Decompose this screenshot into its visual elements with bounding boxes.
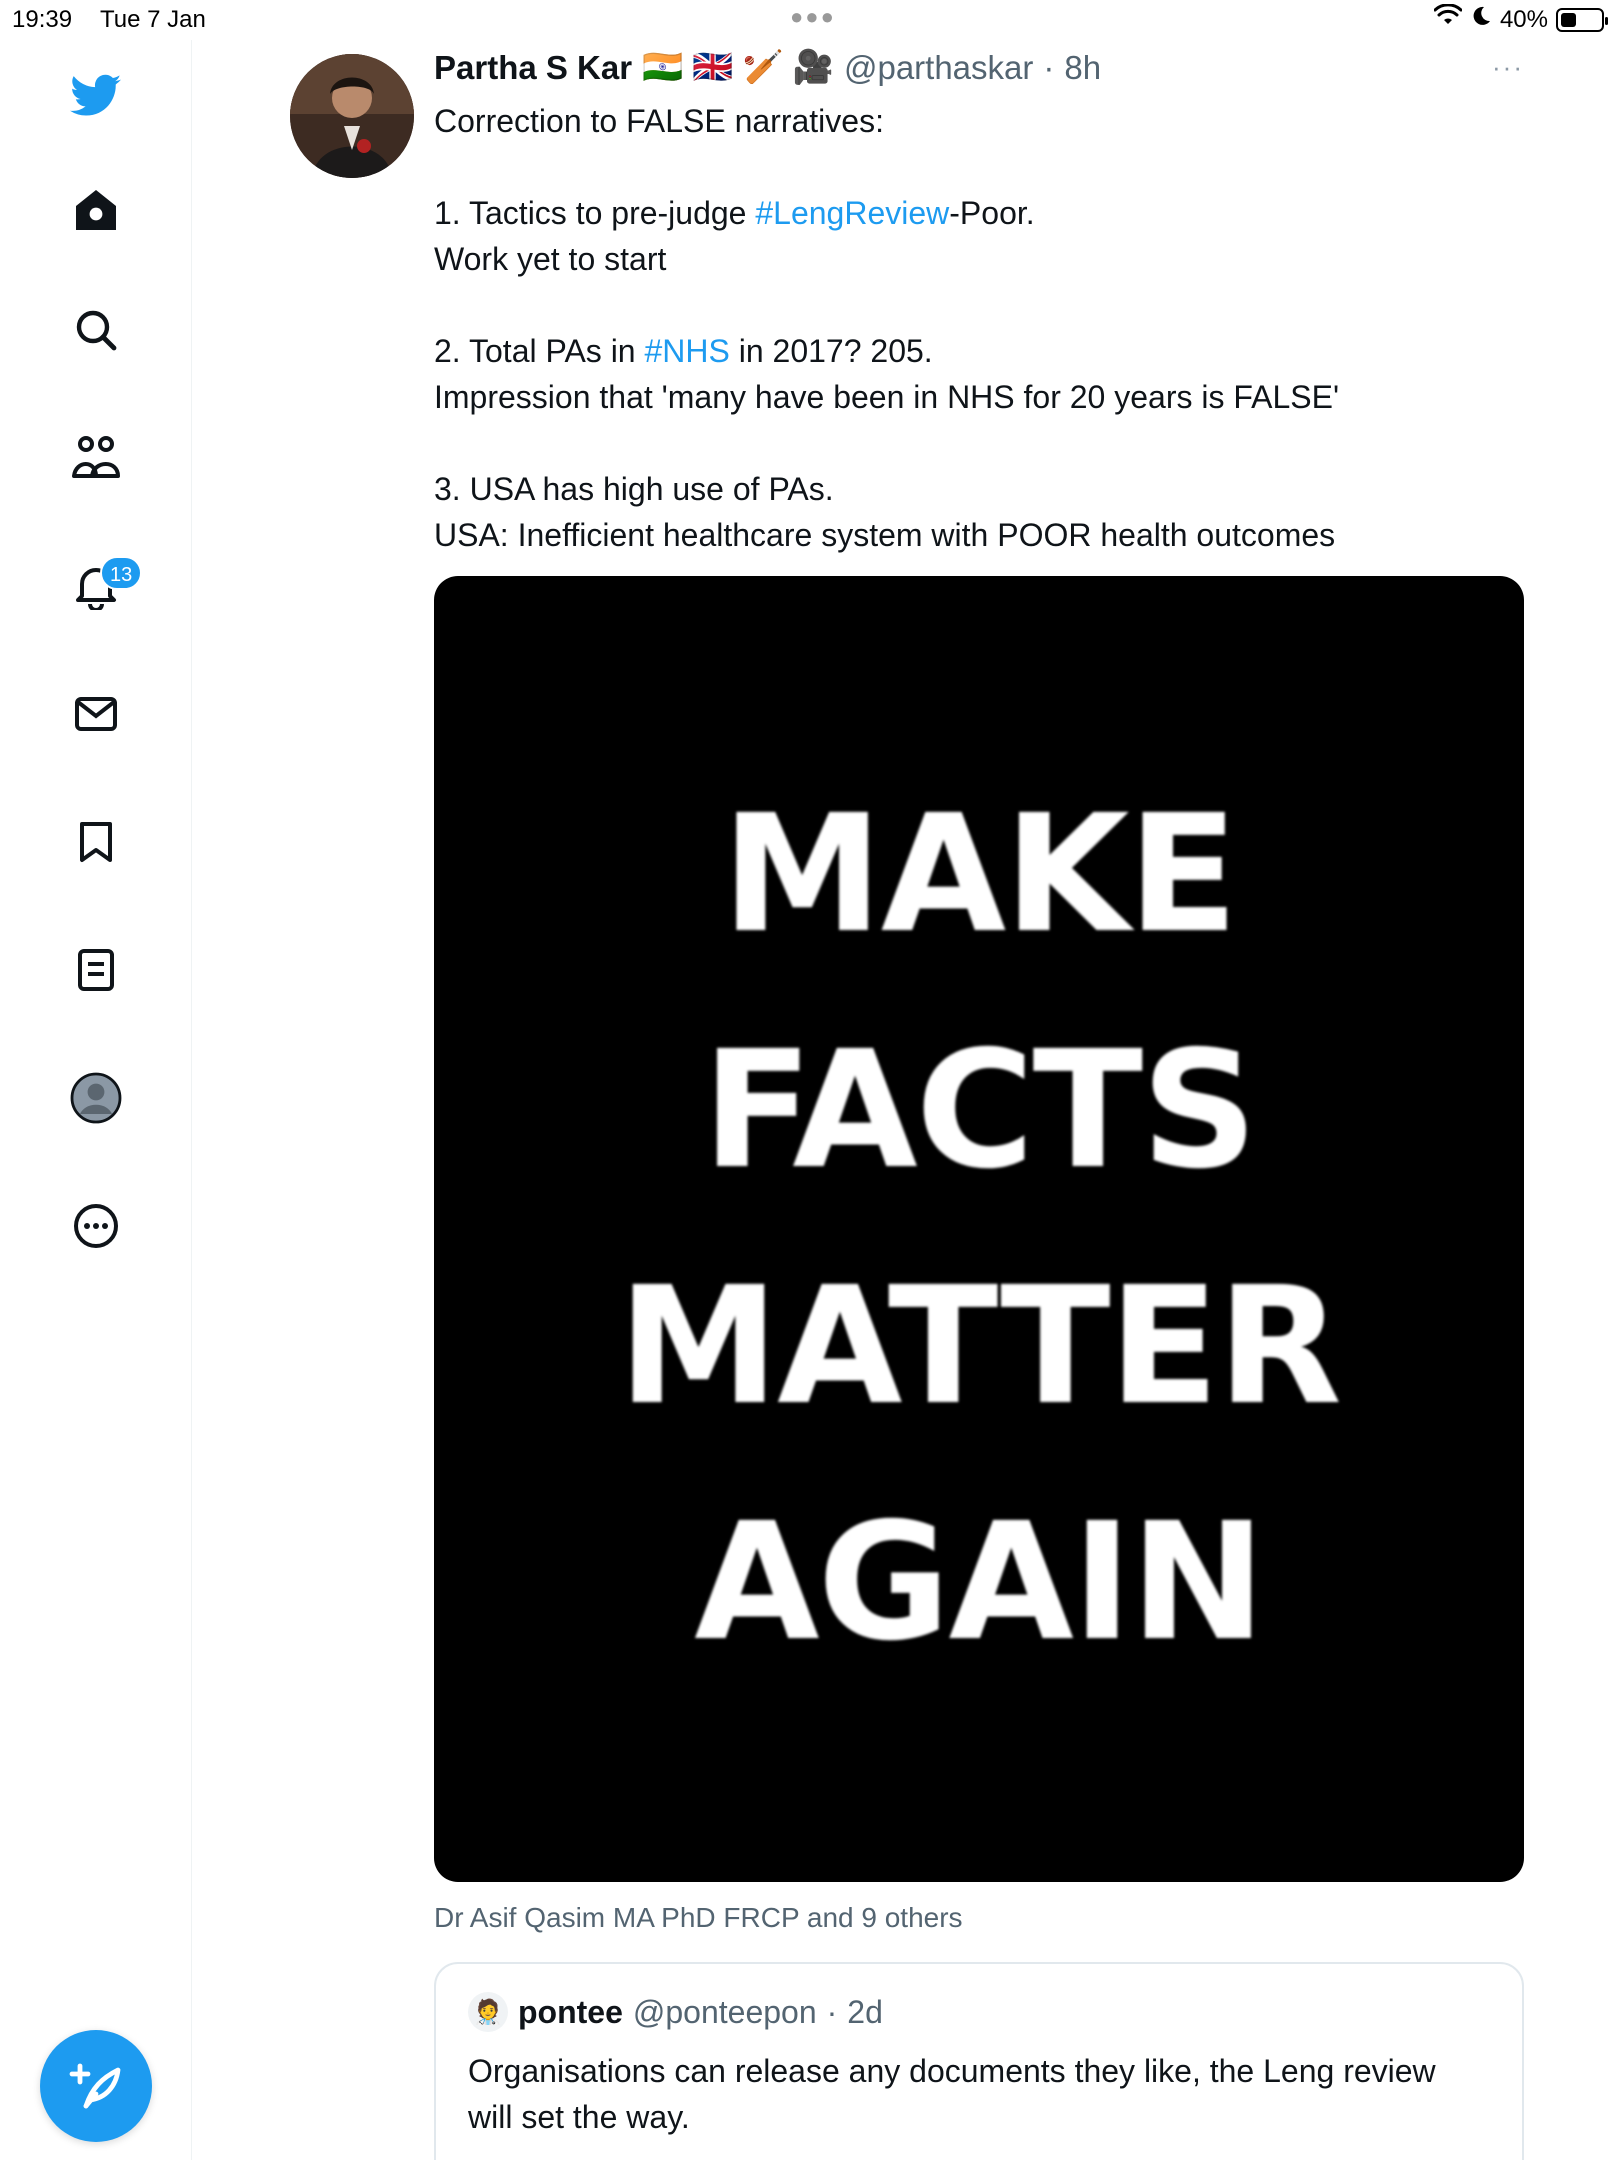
status-time: 19:39 [12,6,73,33]
home-icon[interactable] [64,178,128,242]
hashtag-link[interactable]: #LengReview [755,195,949,231]
tweet-more-button[interactable]: ··· [1492,52,1524,83]
image-text-line: MATTER [617,1253,1342,1441]
author-name[interactable]: Partha S Kar [434,49,632,87]
tweet-text-segment: in 2017? 205. [729,333,933,369]
bird-logo-icon[interactable] [64,64,128,128]
tweet-text-segment: 2. Total PAs in [434,333,645,369]
search-icon[interactable] [64,298,128,362]
meta-separator: · [826,1993,838,2030]
tweet-text-line: Correction to FALSE narratives: [434,98,1534,144]
multitasking-dots-icon[interactable]: ●●● [790,4,836,30]
status-date: Tue 7 Jan [100,6,206,33]
tweet-text: Correction to FALSE narratives: 1. Tactic… [434,98,1534,558]
tweet-text-line: USA: Inefficient healthcare system with … [434,512,1534,558]
more-icon[interactable] [64,1194,128,1258]
tweet-image[interactable]: MAKE FACTS MATTER AGAIN [434,576,1524,1882]
profile-icon[interactable] [64,1066,128,1130]
lists-icon[interactable] [64,938,128,1002]
tweet-text-line: 2. Total PAs in #NHS in 2017? 205. [434,328,1534,374]
status-right: 40% [1433,3,1608,35]
tweet-text-segment: Impression that 'many have been in NHS f… [434,379,1340,415]
sidebar: 13 [0,40,192,2160]
battery-icon [1556,7,1608,32]
quoted-tweet-time[interactable]: 2d [847,1994,883,2031]
tweet-text-segment: Correction to FALSE narratives: [434,103,884,139]
wifi-icon [1433,3,1463,35]
quoted-tweet-text: Organisations can release any documents … [468,2053,1436,2135]
messages-icon[interactable] [64,682,128,746]
tweet-text-line: 3. USA has high use of PAs. [434,466,1534,512]
tweet-text-segment: 3. USA has high use of PAs. [434,471,834,507]
quoted-author-handle[interactable]: @ponteepon [633,1994,817,2031]
quoted-tweet-header: 🧑‍⚕️ pontee @ponteepon · 2d [468,1992,883,2032]
tweet-text-line: Work yet to start [434,236,1534,282]
notifications-badge: 13 [100,556,143,590]
author-avatar[interactable] [290,54,414,178]
author-emojis: 🇮🇳 🇬🇧 🏏 🎥 [642,48,834,85]
tweet-text-line: Impression that 'many have been in NHS f… [434,374,1534,420]
communities-icon[interactable] [64,426,128,490]
tweet-time[interactable]: 8h [1064,49,1101,87]
tweet-text-segment: -Poor. [949,195,1035,231]
tweet-text-line: 1. Tactics to pre-judge #LengReview-Poor… [434,190,1534,236]
liked-by-link[interactable]: Dr Asif Qasim MA PhD FRCP and 9 others [434,1902,963,1934]
tweet-text-segment: Work yet to start [434,241,667,277]
author-handle[interactable]: @parthaskar [844,49,1033,87]
tweet-text-segment: USA: Inefficient healthcare system with … [434,517,1336,553]
meta-separator: · [1043,48,1055,86]
battery-level [1561,12,1576,27]
moon-icon [1470,5,1492,34]
image-text-line: FACTS [702,1017,1258,1205]
quoted-tweet[interactable]: 🧑‍⚕️ pontee @ponteepon · 2d Organisation… [434,1962,1524,2160]
battery-percent: 40% [1499,5,1548,33]
compose-tweet-button[interactable] [40,2030,152,2142]
quoted-author-name[interactable]: pontee [518,1994,623,2031]
image-text-line: AGAIN [694,1489,1266,1677]
tweet-header: Partha S Kar 🇮🇳 🇬🇧 🏏 🎥 @parthaskar · 8h [434,48,1101,87]
hashtag-link[interactable]: #NHS [644,333,729,369]
status-bar: 19:39 Tue 7 Jan ●●● 40% [0,0,1620,40]
image-text-line: MAKE [721,781,1239,969]
quoted-author-avatar[interactable]: 🧑‍⚕️ [468,1992,508,2032]
compose-feather-icon [69,2063,121,2109]
tweet-text-segment: 1. Tactics to pre-judge [434,195,756,231]
bookmarks-icon[interactable] [64,810,128,874]
